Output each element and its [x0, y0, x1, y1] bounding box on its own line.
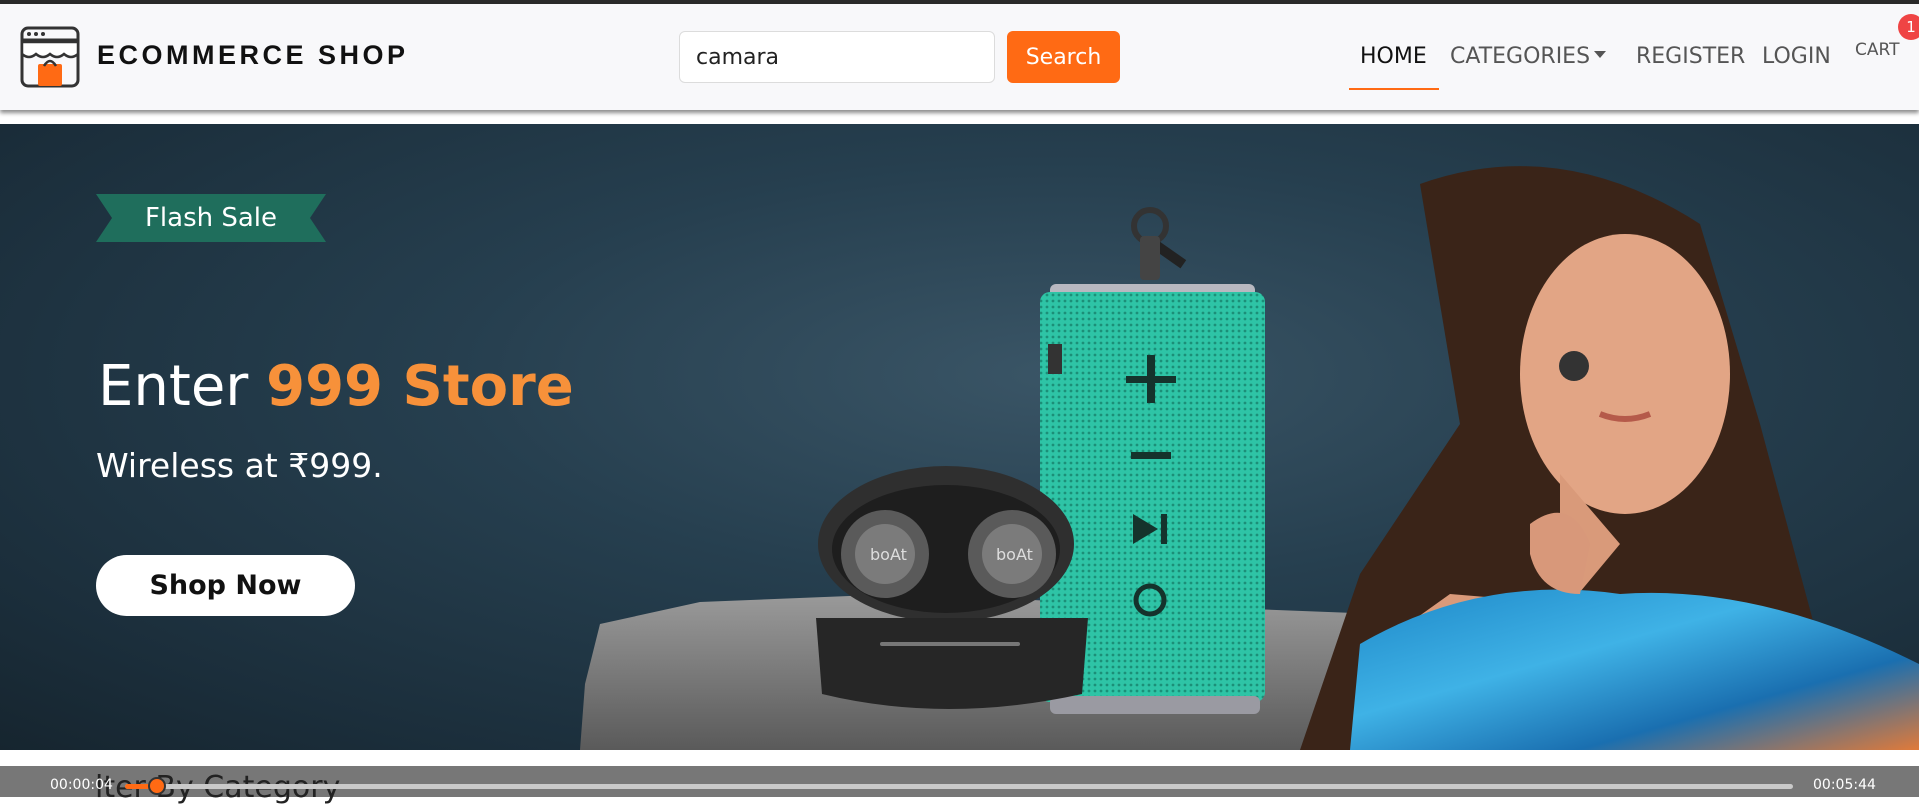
hero-subline: Wireless at ₹999. [96, 446, 383, 485]
video-duration: 00:05:44 [1813, 777, 1876, 793]
flash-sale-label: Flash Sale [144, 203, 278, 233]
earbuds-case-illustration: boAt boAt [816, 466, 1088, 709]
search-input[interactable] [679, 31, 995, 83]
video-progress-track[interactable] [125, 784, 1793, 789]
nav-login[interactable]: LOGIN [1762, 44, 1831, 69]
earbud-brand-left: boAt [870, 545, 907, 564]
nav-cart[interactable]: CART [1855, 40, 1899, 60]
brand-name[interactable]: ECOMMERCE SHOP [97, 40, 409, 71]
caret-down-icon [1594, 50, 1607, 58]
shop-bag-icon[interactable] [19, 26, 81, 88]
hero-banner[interactable]: boAt boAt Flash Sale Enter 999 Store Wir… [0, 124, 1919, 750]
headline-accent: 999 Store [266, 354, 574, 419]
navbar: ECOMMERCE SHOP Search HOME CATEGORIES RE… [0, 4, 1919, 110]
nav-home-active-indicator [1349, 88, 1439, 90]
earbud-brand-right: boAt [996, 545, 1033, 564]
nav-home[interactable]: HOME [1360, 44, 1427, 69]
shop-now-button[interactable]: Shop Now [96, 555, 355, 616]
nav-register[interactable]: REGISTER [1636, 44, 1745, 69]
headline-prefix: Enter [98, 354, 267, 419]
nav-categories-label: CATEGORIES [1450, 44, 1591, 69]
video-current-time: 00:00:04 [50, 777, 113, 793]
nav-categories-dropdown[interactable]: CATEGORIES [1450, 44, 1607, 69]
cart-count-badge: 1 [1898, 14, 1919, 40]
search-button[interactable]: Search [1007, 31, 1120, 83]
model-illustration [1300, 166, 1919, 750]
video-scrubber-handle[interactable] [148, 777, 166, 795]
hero-headline: Enter 999 Store [98, 354, 574, 419]
